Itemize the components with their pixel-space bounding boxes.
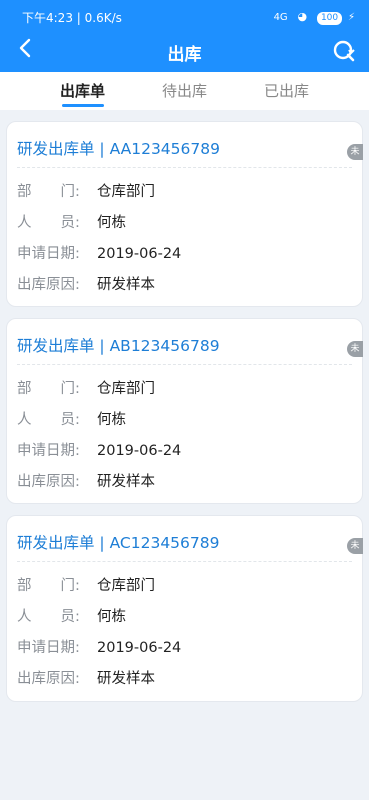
reason-row: 出库原因: 研发样本 — [17, 273, 155, 294]
reason-value: 研发样本 — [97, 474, 155, 490]
reason-row: 出库原因: 研发样本 — [17, 470, 155, 491]
person-value: 何栋 — [97, 412, 126, 428]
reason-label: 出库原因: — [17, 277, 80, 293]
person-row: 人 员: 何栋 — [17, 408, 126, 429]
department-label: 部 门: — [17, 578, 80, 594]
department-row: 部 门: 仓库部门 — [17, 377, 155, 398]
order-card[interactable]: 研发出库单 | AA123456789 未 部 门: 仓库部门 人 员: 何栋 申请… — [6, 121, 363, 307]
date-row: 申请日期: 2019-06-24 — [17, 439, 181, 460]
order-card[interactable]: 研发出库单 | AC123456789 未 部 门: 仓库部门 人 员: 何栋 申请… — [6, 515, 363, 702]
department-row: 部 门: 仓库部门 — [17, 180, 155, 201]
department-value: 仓库部门 — [97, 381, 155, 397]
status-badge: 未 — [347, 144, 363, 160]
date-label: 申请日期: — [17, 246, 80, 262]
tab-bar: 出库单 待出库 已出库 — [0, 72, 369, 110]
date-value: 2019-06-24 — [97, 640, 182, 656]
department-label: 部 门: — [17, 184, 80, 200]
tab-active-indicator — [62, 104, 104, 107]
card-divider — [17, 364, 352, 365]
order-title: 研发出库单 | AA123456789 — [17, 140, 220, 158]
status-bar: 下午4:23 | 0.6K/s 4G ◕ 100 ⚡ — [0, 0, 369, 32]
reason-label: 出库原因: — [17, 671, 80, 687]
person-label: 人 员: — [17, 215, 80, 231]
card-divider — [17, 167, 352, 168]
person-row: 人 员: 何栋 — [17, 211, 126, 232]
reason-row: 出库原因: 研发样本 — [17, 667, 155, 688]
battery-icon: 100 — [316, 12, 343, 25]
date-row: 申请日期: 2019-06-24 — [17, 636, 181, 657]
date-label: 申请日期: — [17, 443, 80, 459]
charging-icon: ⚡ — [347, 12, 355, 23]
reason-value: 研发样本 — [97, 277, 155, 293]
tab-outbound-orders[interactable]: 出库单 — [60, 80, 105, 101]
department-label: 部 门: — [17, 381, 80, 397]
tab-outbound-done[interactable]: 已出库 — [264, 80, 309, 101]
card-divider — [17, 561, 352, 562]
status-badge: 未 — [347, 341, 363, 357]
person-value: 何栋 — [97, 215, 126, 231]
wifi-icon: ◕ — [297, 10, 308, 23]
department-value: 仓库部门 — [97, 578, 155, 594]
department-value: 仓库部门 — [97, 184, 155, 200]
person-label: 人 员: — [17, 412, 80, 428]
order-title: 研发出库单 | AB123456789 — [17, 337, 220, 355]
refresh-icon — [333, 40, 355, 62]
date-row: 申请日期: 2019-06-24 — [17, 242, 181, 263]
order-card[interactable]: 研发出库单 | AB123456789 未 部 门: 仓库部门 人 员: 何栋 申请… — [6, 318, 363, 504]
person-value: 何栋 — [97, 609, 126, 625]
app-header: 下午4:23 | 0.6K/s 4G ◕ 100 ⚡ 出库 — [0, 0, 369, 72]
page-title: 出库 — [167, 45, 202, 65]
status-time-network: 下午4:23 | 0.6K/s — [22, 11, 122, 25]
reason-value: 研发样本 — [97, 671, 155, 687]
signal-icon: 4G — [273, 12, 288, 23]
status-badge: 未 — [347, 538, 363, 554]
reason-label: 出库原因: — [17, 474, 80, 490]
person-label: 人 员: — [17, 609, 80, 625]
date-value: 2019-06-24 — [97, 246, 182, 262]
refresh-button[interactable] — [331, 38, 357, 64]
date-label: 申请日期: — [17, 640, 80, 656]
person-row: 人 员: 何栋 — [17, 605, 126, 626]
department-row: 部 门: 仓库部门 — [17, 574, 155, 595]
date-value: 2019-06-24 — [97, 443, 182, 459]
order-title: 研发出库单 | AC123456789 — [17, 534, 220, 552]
status-icons: 4G ◕ 100 ⚡ — [274, 9, 355, 25]
tab-pending-outbound[interactable]: 待出库 — [162, 80, 207, 101]
